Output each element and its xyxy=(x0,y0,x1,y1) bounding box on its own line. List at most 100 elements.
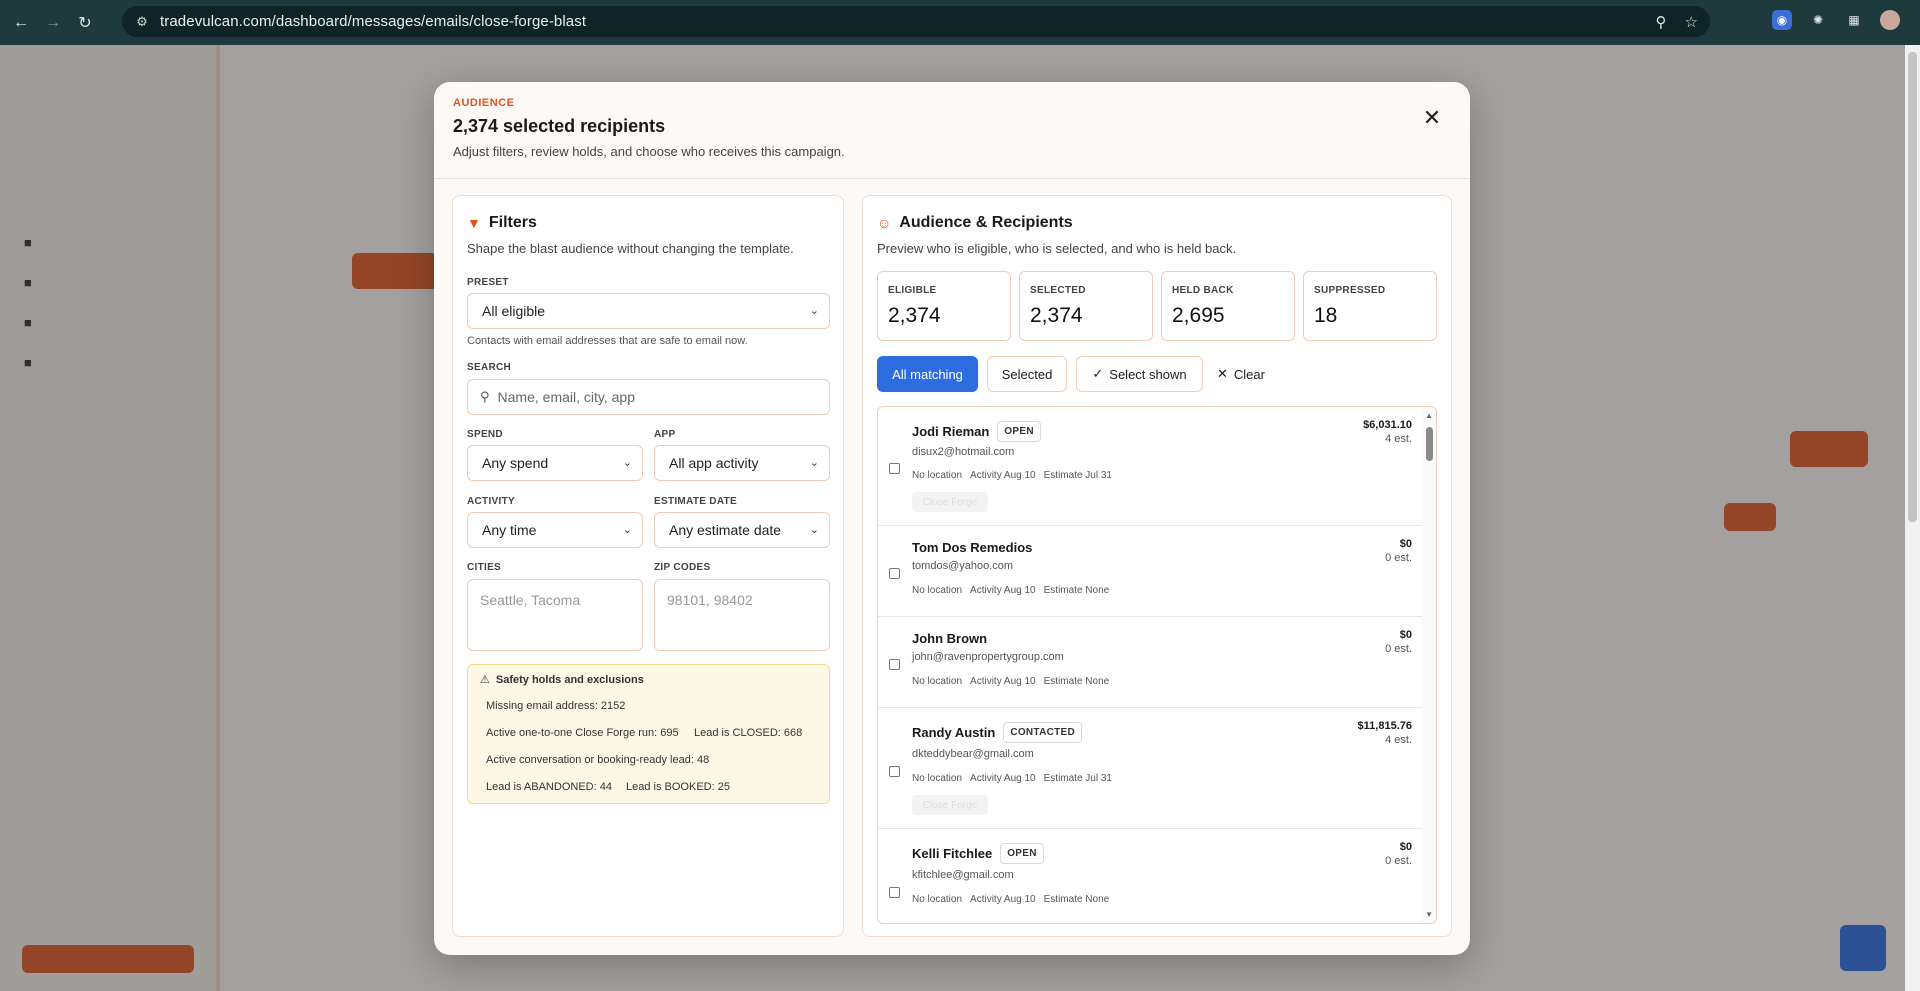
chevron-down-icon: ⌄ xyxy=(809,524,819,536)
recipient-checkbox[interactable] xyxy=(889,659,900,670)
recipient-activity: Activity Aug 10 xyxy=(970,585,1036,596)
recipient-name: Jodi Rieman xyxy=(912,424,990,439)
filters-title: Filters xyxy=(488,214,537,231)
estimate-date-select[interactable]: Any estimate date ⌄ xyxy=(654,512,830,548)
hold-item: Active conversation or booking-ready lea… xyxy=(486,754,710,766)
recipient-meta: No location Activity Aug 10 Estimate Non… xyxy=(912,676,1109,687)
modal-kicker: AUDIENCE xyxy=(453,97,515,109)
recipient-email: kfitchlee@gmail.com xyxy=(912,869,1014,881)
recipient-est-count: 0 est. xyxy=(1385,643,1412,655)
profile-avatar[interactable] xyxy=(1880,10,1900,30)
recipient-name-line: Tom Dos Remedios xyxy=(912,540,1032,555)
recipient-amount: $0 xyxy=(1399,629,1412,641)
cities-textarea[interactable]: Seattle, Tacoma xyxy=(467,579,643,651)
stat-label: SELECTED xyxy=(1030,285,1086,296)
recipient-list-scrollbar-thumb[interactable] xyxy=(1426,427,1433,461)
url-text: tradevulcan.com/dashboard/messages/email… xyxy=(160,13,587,30)
recipient-amount: $11,815.76 xyxy=(1357,720,1412,732)
recipient-checkbox[interactable] xyxy=(889,463,900,474)
openai-extension-icon[interactable]: ✺ xyxy=(1808,10,1828,30)
recipient-name: Tom Dos Remedios xyxy=(912,540,1033,555)
back-icon[interactable]: ← xyxy=(10,12,32,34)
stat-suppressed: SUPPRESSED 18 xyxy=(1303,271,1437,341)
app-select[interactable]: All app activity ⌄ xyxy=(654,445,830,481)
recipient-estimate: Estimate Jul 31 xyxy=(1043,773,1112,784)
extensions-puzzle-icon[interactable]: ▦ xyxy=(1844,10,1864,30)
recipient-location: No location xyxy=(912,676,963,687)
scroll-up-icon[interactable]: ▲ xyxy=(1425,411,1433,420)
modal-title: 2,374 selected recipients xyxy=(453,116,666,136)
recipient-checkbox[interactable] xyxy=(889,887,900,898)
bookmark-star-icon[interactable]: ☆ xyxy=(1685,13,1698,31)
recipient-location: No location xyxy=(912,894,963,905)
selected-button[interactable]: Selected xyxy=(987,356,1067,392)
stat-value: 2,374 xyxy=(888,304,941,327)
site-settings-icon[interactable]: ⚙ xyxy=(134,14,150,30)
search-input[interactable]: ⚲ Name, email, city, app xyxy=(467,379,830,415)
scroll-down-icon[interactable]: ▼ xyxy=(1425,910,1433,919)
recipient-activity: Activity Aug 10 xyxy=(970,676,1036,687)
recipient-estimate: Estimate None xyxy=(1043,585,1110,596)
recipient-amount: $6,031.10 xyxy=(1363,419,1412,431)
zip-codes-textarea[interactable]: 98101, 98402 xyxy=(654,579,830,651)
recipient-meta: No location Activity Aug 10 Estimate Non… xyxy=(912,585,1109,596)
spend-value: Any spend xyxy=(482,455,549,471)
search-placeholder: Name, email, city, app xyxy=(497,389,635,405)
stat-label: HELD BACK xyxy=(1172,285,1234,296)
browser-toolbar: ← → ↻ ⚙ tradevulcan.com/dashboard/messag… xyxy=(0,0,1920,45)
recipient-estimate: Estimate None xyxy=(1043,894,1110,905)
preset-select[interactable]: All eligible ⌄ xyxy=(467,293,830,329)
preset-label: PRESET xyxy=(467,277,509,288)
extension-icon[interactable]: ◉ xyxy=(1772,10,1792,30)
recipient-meta: No location Activity Aug 10 Estimate Non… xyxy=(912,894,1109,905)
reload-icon[interactable]: ↻ xyxy=(74,12,96,34)
filters-heading: ▼ Filters xyxy=(467,214,537,232)
recipient-email: john@ravenpropertygroup.com xyxy=(912,651,1064,663)
filters-panel: ▼ Filters Shape the blast audience witho… xyxy=(452,195,844,937)
stat-value: 2,695 xyxy=(1172,304,1225,327)
safety-holds-box: ⚠ Safety holds and exclusions Missing em… xyxy=(467,664,830,804)
select-shown-button[interactable]: ✓ Select shown xyxy=(1076,356,1203,392)
recipient-row: John Brown john@ravenpropertygroup.com N… xyxy=(878,617,1424,708)
spend-select[interactable]: Any spend ⌄ xyxy=(467,445,643,481)
recipient-location: No location xyxy=(912,585,963,596)
modal-divider xyxy=(434,178,1470,179)
check-icon: ✓ xyxy=(1092,366,1104,381)
chevron-down-icon: ⌄ xyxy=(622,457,632,469)
recipient-list[interactable]: Jodi Rieman OPEN disux2@hotmail.com No l… xyxy=(877,406,1437,924)
close-icon[interactable]: ✕ xyxy=(1418,104,1446,132)
recipient-row: Randy Austin CONTACTED dkteddybear@gmail… xyxy=(878,708,1424,829)
forward-icon[interactable]: → xyxy=(42,12,64,34)
close-icon: ✕ xyxy=(1217,366,1228,381)
recipient-checkbox[interactable] xyxy=(889,766,900,777)
clear-button[interactable]: ✕ Clear xyxy=(1212,356,1270,392)
stat-label: ELIGIBLE xyxy=(888,285,937,296)
hold-item: Missing email address: 2152 xyxy=(486,700,626,712)
search-icon: ⚲ xyxy=(480,389,490,404)
recipient-location: No location xyxy=(912,773,963,784)
status-badge: OPEN xyxy=(997,421,1041,442)
filter-funnel-icon: ▼ xyxy=(467,215,481,231)
recipient-amount: $0 xyxy=(1399,538,1412,550)
chevron-down-icon: ⌄ xyxy=(622,524,632,536)
address-bar[interactable]: ⚙ tradevulcan.com/dashboard/messages/ema… xyxy=(122,6,1710,37)
stat-label: SUPPRESSED xyxy=(1314,285,1386,296)
recipient-list-scrollbar[interactable] xyxy=(1422,407,1436,923)
estimate-date-label: ESTIMATE DATE xyxy=(654,496,737,507)
page-scrollbar-thumb[interactable] xyxy=(1908,52,1917,522)
recipient-checkbox[interactable] xyxy=(889,568,900,579)
recipient-name-line: John Brown xyxy=(912,631,987,646)
recipient-amount: $0 xyxy=(1399,841,1412,853)
recipient-name-line: Jodi Rieman OPEN xyxy=(912,421,1041,442)
estimate-date-value: Any estimate date xyxy=(669,522,782,538)
zoom-icon[interactable]: ⚲ xyxy=(1656,13,1667,31)
recipient-email: tomdos@yahoo.com xyxy=(912,560,1014,572)
recipient-est-count: 0 est. xyxy=(1385,552,1412,564)
activity-select[interactable]: Any time ⌄ xyxy=(467,512,643,548)
recipient-meta: No location Activity Aug 10 Estimate Jul… xyxy=(912,470,1112,481)
audience-description: Preview who is eligible, who is selected… xyxy=(877,241,1237,256)
preset-hint: Contacts with email addresses that are s… xyxy=(467,335,748,347)
recipient-name: Kelli Fitchlee xyxy=(912,846,993,861)
all-matching-button[interactable]: All matching xyxy=(877,356,978,392)
recipient-activity: Activity Aug 10 xyxy=(970,773,1036,784)
